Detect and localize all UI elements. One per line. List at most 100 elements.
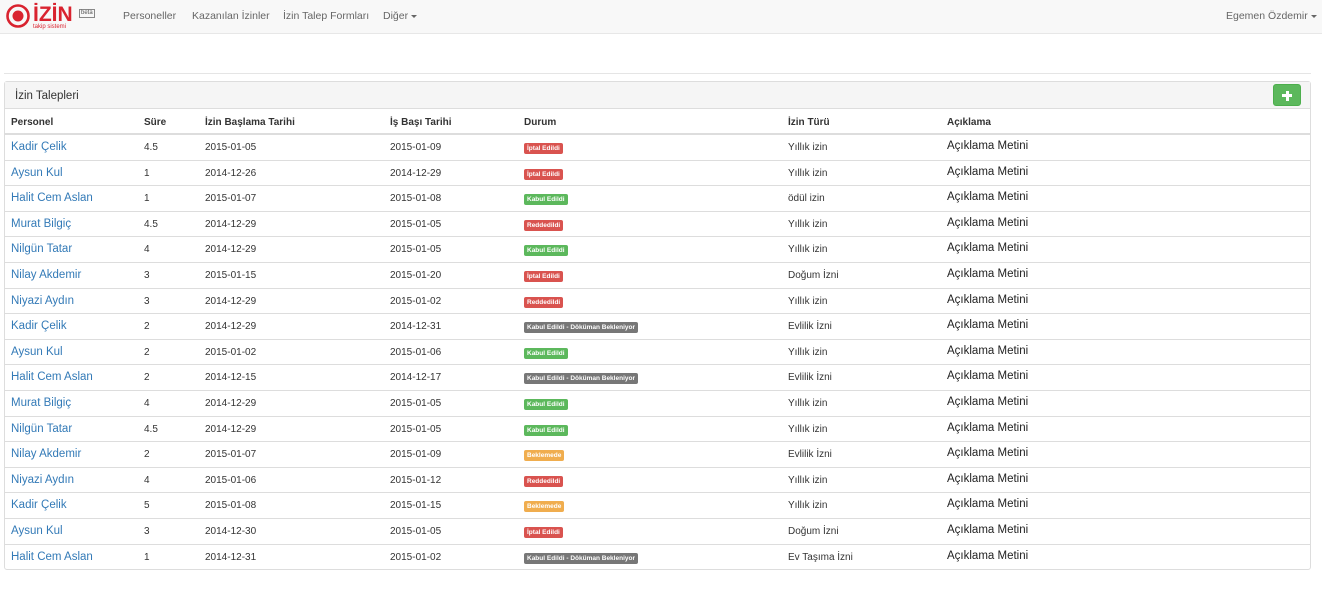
durum-cell: İptal Edildi bbox=[524, 526, 563, 538]
durum-cell: Reddedildi bbox=[524, 219, 564, 231]
table-row: Nilay Akdemir 2 2015-01-07 2015-01-09 Beklem… bbox=[5, 442, 1310, 468]
table-row: Kadir Çelik 5 2015-01-08 2015-01-15 Beklemed… bbox=[5, 493, 1310, 519]
is-basi-cell: 2015-01-06 bbox=[390, 346, 442, 358]
is-basi-cell: 2015-01-12 bbox=[390, 474, 442, 486]
table-row: Halit Cem Aslan 1 2014-12-31 2015-01-02 Kabu… bbox=[5, 545, 1310, 571]
sure-cell: 3 bbox=[144, 269, 150, 281]
personel-link[interactable]: Murat Bilgiç bbox=[11, 218, 71, 230]
header-is-basi-tarihi[interactable]: İş Başı Tarihi bbox=[390, 117, 452, 128]
personel-link[interactable]: Kadir Çelik bbox=[11, 499, 67, 511]
aciklama-cell: Açıklama Metini bbox=[947, 498, 1029, 511]
personel-link[interactable]: Nilay Akdemir bbox=[11, 448, 81, 460]
user-name: Egemen Özdemir bbox=[1226, 10, 1308, 22]
aciklama-cell: Açıklama Metini bbox=[947, 267, 1029, 280]
table-body: Kadir Çelik 4.5 2015-01-05 2015-01-09 İptal … bbox=[5, 135, 1310, 570]
nav-izin-talep-formlari[interactable]: İzin Talep Formları bbox=[283, 10, 369, 22]
personel-link[interactable]: Nilay Akdemir bbox=[11, 269, 81, 281]
table-row: Aysun Kul 1 2014-12-26 2014-12-29 İptal Edil… bbox=[5, 161, 1310, 187]
sure-cell: 4.5 bbox=[144, 423, 158, 435]
aciklama-cell: Açıklama Metini bbox=[947, 344, 1029, 357]
plus-icon-stem bbox=[1285, 90, 1289, 101]
table-header: Personel Süre İzin Başlama Tarihi İş Baş… bbox=[5, 109, 1310, 135]
izin-baslama-cell: 2014-12-29 bbox=[205, 321, 257, 333]
izin-baslama-cell: 2014-12-15 bbox=[205, 372, 257, 384]
izin-turu-cell: Doğum İzni bbox=[788, 269, 839, 281]
personel-link[interactable]: Halit Cem Aslan bbox=[11, 551, 93, 563]
aciklama-cell: Açıklama Metini bbox=[947, 549, 1029, 562]
aciklama-cell: Açıklama Metini bbox=[947, 421, 1029, 434]
header-durum[interactable]: Durum bbox=[524, 117, 556, 128]
nav-kazanilan-izinler[interactable]: Kazanılan İzinler bbox=[192, 10, 270, 22]
status-badge: Kabul Edildi - Döküman Bekleniyor bbox=[524, 552, 638, 564]
header-sure[interactable]: Süre bbox=[144, 117, 166, 128]
header-izin-turu[interactable]: İzin Türü bbox=[788, 117, 830, 128]
aciklama-cell: Açıklama Metini bbox=[947, 370, 1029, 383]
aciklama-cell: Açıklama Metini bbox=[947, 523, 1029, 536]
nav-personeller[interactable]: Personeller bbox=[123, 10, 176, 22]
izin-baslama-cell: 2015-01-07 bbox=[205, 193, 257, 205]
is-basi-cell: 2014-12-31 bbox=[390, 321, 442, 333]
durum-cell: Kabul Edildi - Döküman Bekleniyor bbox=[524, 372, 638, 385]
status-badge: Reddedildi bbox=[524, 296, 564, 308]
divider bbox=[4, 73, 1311, 74]
personel-link[interactable]: Nilgün Tatar bbox=[11, 243, 72, 255]
personel-link[interactable]: Aysun Kul bbox=[11, 346, 63, 358]
header-izin-baslama-tarihi[interactable]: İzin Başlama Tarihi bbox=[205, 117, 295, 128]
table-row: Murat Bilgiç 4 2014-12-29 2015-01-05 Kabul E… bbox=[5, 391, 1310, 417]
aciklama-cell: Açıklama Metini bbox=[947, 216, 1029, 229]
personel-link[interactable]: Kadir Çelik bbox=[11, 320, 67, 332]
sure-cell: 4 bbox=[144, 244, 150, 256]
brand-beta-tag: beta bbox=[79, 9, 95, 18]
durum-cell: Kabul Edildi bbox=[524, 193, 568, 206]
sure-cell: 2 bbox=[144, 372, 150, 384]
izin-baslama-cell: 2015-01-08 bbox=[205, 500, 257, 512]
header-aciklama[interactable]: Açıklama bbox=[947, 117, 991, 128]
status-badge: Beklemede bbox=[524, 450, 565, 462]
is-basi-cell: 2015-01-09 bbox=[390, 449, 442, 461]
brand-logo[interactable]: İZİN beta takip sistemi bbox=[6, 4, 96, 30]
sure-cell: 1 bbox=[144, 551, 150, 563]
is-basi-cell: 2015-01-05 bbox=[390, 423, 442, 435]
is-basi-cell: 2015-01-08 bbox=[390, 193, 442, 205]
izin-turu-cell: Evlilik İzni bbox=[788, 321, 832, 333]
izin-baslama-cell: 2014-12-29 bbox=[205, 218, 257, 230]
personel-link[interactable]: Murat Bilgiç bbox=[11, 397, 71, 409]
durum-cell: Kabul Edildi bbox=[524, 347, 568, 359]
header-personel[interactable]: Personel bbox=[11, 117, 53, 128]
izin-baslama-cell: 2015-01-07 bbox=[205, 449, 257, 461]
status-badge: İptal Edildi bbox=[524, 526, 563, 538]
add-request-button[interactable] bbox=[1273, 84, 1301, 106]
panel-title: İzin Talepleri bbox=[15, 90, 79, 102]
leave-requests-panel: İzin Talepleri Personel Süre İzin Başlam… bbox=[4, 81, 1311, 570]
status-badge: Kabul Edildi bbox=[524, 424, 568, 436]
durum-cell: Kabul Edildi bbox=[524, 398, 568, 410]
izin-baslama-cell: 2014-12-31 bbox=[205, 551, 257, 563]
sure-cell: 2 bbox=[144, 346, 150, 358]
izin-turu-cell: Yıllık izin bbox=[788, 142, 828, 153]
personel-link[interactable]: Aysun Kul bbox=[11, 525, 63, 537]
personel-link[interactable]: Halit Cem Aslan bbox=[11, 192, 93, 204]
status-badge: İptal Edildi bbox=[524, 143, 563, 154]
izin-turu-cell: Evlilik İzni bbox=[788, 372, 832, 384]
sure-cell: 3 bbox=[144, 295, 150, 307]
table-row: Nilgün Tatar 4 2014-12-29 2015-01-05 Kabul E… bbox=[5, 237, 1310, 263]
nav-diger-label: Diğer bbox=[383, 10, 409, 22]
nav-diger-dropdown[interactable]: Diğer bbox=[383, 10, 418, 22]
logo-icon bbox=[6, 4, 30, 28]
user-menu-dropdown[interactable]: Egemen Özdemir bbox=[1226, 10, 1317, 22]
personel-link[interactable]: Niyazi Aydın bbox=[11, 295, 74, 307]
is-basi-cell: 2015-01-20 bbox=[390, 269, 442, 281]
izin-turu-cell: Evlilik İzni bbox=[788, 449, 832, 461]
personel-link[interactable]: Niyazi Aydın bbox=[11, 474, 74, 486]
izin-turu-cell: ödül izin bbox=[788, 193, 825, 205]
status-badge: Kabul Edildi - Döküman Bekleniyor bbox=[524, 322, 638, 334]
aciklama-cell: Açıklama Metini bbox=[947, 140, 1029, 152]
sure-cell: 1 bbox=[144, 193, 150, 205]
personel-link[interactable]: Nilgün Tatar bbox=[11, 423, 72, 435]
personel-link[interactable]: Kadir Çelik bbox=[11, 141, 67, 153]
personel-link[interactable]: Halit Cem Aslan bbox=[11, 371, 93, 383]
izin-turu-cell: Yıllık izin bbox=[788, 397, 828, 409]
navbar: İZİN beta takip sistemi Personeller Kaza… bbox=[0, 0, 1322, 34]
personel-link[interactable]: Aysun Kul bbox=[11, 167, 63, 179]
table-row: Murat Bilgiç 4.5 2014-12-29 2015-01-05 Redde… bbox=[5, 212, 1310, 238]
